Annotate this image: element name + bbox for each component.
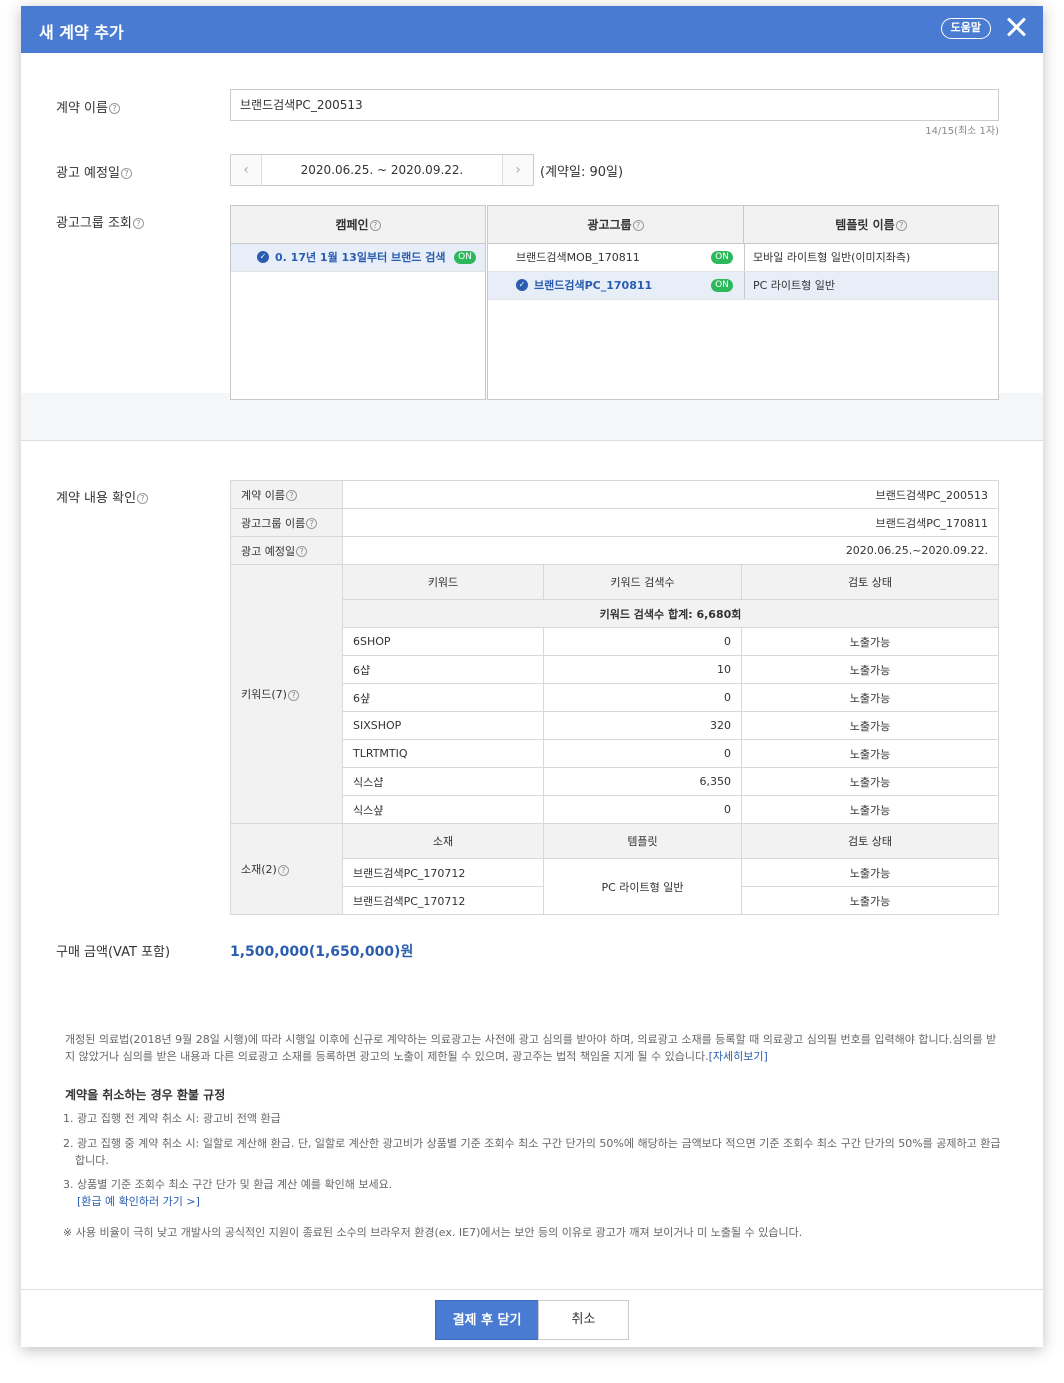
check-circle-icon: ✓ <box>516 279 528 291</box>
summary-contract-name: 브랜드검색PC_200513 <box>342 480 999 509</box>
contract-name-input[interactable]: 브랜드검색PC_200513 <box>230 89 999 121</box>
refund-item: 3. 상품별 기준 조회수 최소 구간 단가 및 환급 계산 예를 확인해 보세… <box>63 1178 393 1191</box>
cancel-button[interactable]: 취소 <box>538 1300 629 1340</box>
price-value: 1,500,000(1,650,000)원 <box>230 944 414 960</box>
keyword-row: 6SHOP 0 노출가능 <box>231 627 999 656</box>
keyword-header-row: 키워드(7)? 키워드 키워드 검색수 검토 상태 <box>230 564 999 824</box>
help-question-icon[interactable]: ? <box>369 220 381 231</box>
check-circle-icon: ✓ <box>257 251 269 263</box>
on-badge: ON <box>711 251 733 264</box>
keyword-row: 6샵 10 노출가능 <box>231 655 999 684</box>
creatives-label: 소재(2)? <box>230 823 343 915</box>
prev-date-chevron-icon[interactable]: ‹ <box>231 155 262 185</box>
help-question-icon[interactable]: ? <box>306 518 318 529</box>
close-icon[interactable] <box>1005 16 1027 38</box>
adgroup-row[interactable]: 브랜드검색MOB_170811 ON 모바일 라이트형 일반(이미지좌측) <box>488 244 998 272</box>
summary-date: 2020.06.25.~2020.09.22. <box>342 536 999 565</box>
help-question-icon[interactable]: ? <box>120 168 132 179</box>
on-badge: ON <box>711 279 733 292</box>
help-question-icon[interactable]: ? <box>277 864 289 876</box>
name-char-counter: 14/15(최소 1자) <box>925 126 999 137</box>
table-row: 광고그룹 이름? 브랜드검색PC_170811 <box>230 508 999 537</box>
date-range-value[interactable]: 2020.06.25. ~ 2020.09.22. <box>262 155 502 185</box>
keyword-row: 6샾 0 노출가능 <box>231 683 999 712</box>
campaign-panel: 캠페인? ✓ 0. 17년 1월 13일부터 브랜드 검색 ON <box>230 205 486 400</box>
on-badge: ON <box>454 251 476 264</box>
help-question-icon[interactable]: ? <box>137 493 149 504</box>
modal-header: 새 계약 추가 도움말 <box>21 6 1043 53</box>
adgroup-panel-header: 광고그룹? 템플릿 이름? <box>488 206 998 244</box>
browser-footnote: ※ 사용 비율이 극히 낮고 개발사의 공식적인 지원이 종료된 소수의 브라우… <box>63 1226 803 1239</box>
modal-title: 새 계약 추가 <box>39 23 124 42</box>
creative-header-row: 소재(2)? 소재 템플릿 검토 상태 <box>230 823 999 915</box>
adgroup-panel: 광고그룹? 템플릿 이름? 브랜드검색MOB_170811 ON 모바일 라이트… <box>487 205 999 400</box>
modal-footer: 결제 후 닫기 취소 <box>21 1289 1043 1347</box>
help-question-icon[interactable]: ? <box>132 218 144 229</box>
contract-name-label: 계약 이름? <box>56 97 120 116</box>
template-column-header: 템플릿 이름? <box>744 206 998 243</box>
keyword-row: 식스샾 0 노출가능 <box>231 795 999 824</box>
contract-summary-table: 계약 이름? 브랜드검색PC_200513 광고그룹 이름? 브랜드검색PC_1… <box>230 480 999 915</box>
campaign-header: 캠페인? <box>231 206 485 244</box>
keyword-row: SIXSHOP 320 노출가능 <box>231 711 999 740</box>
refund-title: 계약을 취소하는 경우 환불 규정 <box>65 1088 226 1102</box>
next-date-chevron-icon[interactable]: › <box>502 155 533 185</box>
table-row: 광고 예정일? 2020.06.25.~2020.09.22. <box>230 536 999 565</box>
adgroup-row-selected[interactable]: ✓ 브랜드검색PC_170811 ON PC 라이트형 일반 <box>488 272 998 300</box>
ad-date-label: 광고 예정일? <box>56 162 132 181</box>
refund-example-link[interactable]: [환급 예 확인하러 가기 >] <box>77 1193 1017 1210</box>
keywords-label: 키워드(7)? <box>230 564 343 824</box>
adgroup-search-label: 광고그룹 조회? <box>56 212 144 231</box>
keyword-row: 식스샵 6,350 노출가능 <box>231 767 999 796</box>
medical-ad-notice: 개정된 의료법(2018년 9월 28일 시행)에 따라 시행일 이후에 신규로… <box>65 1033 997 1063</box>
creative-row: 브랜드검색PC_170712 PC 라이트형 일반 노출가능 <box>231 858 999 915</box>
help-question-icon[interactable]: ? <box>287 689 299 701</box>
summary-group-name: 브랜드검색PC_170811 <box>342 508 999 537</box>
help-question-icon[interactable]: ? <box>296 546 308 557</box>
refund-item: 1. 광고 집행 전 계약 취소 시: 광고비 전액 환급 <box>63 1112 281 1125</box>
table-row: 계약 이름? 브랜드검색PC_200513 <box>230 480 999 509</box>
adgroup-column-header: 광고그룹? <box>488 206 744 243</box>
keyword-row: TLRTMTIQ 0 노출가능 <box>231 739 999 768</box>
section-divider <box>21 393 1043 441</box>
new-contract-modal: 새 계약 추가 도움말 계약 이름? 브랜드검색PC_200513 14/15(… <box>21 6 1043 1347</box>
details-link[interactable]: [자세히보기] <box>709 1050 768 1063</box>
help-button[interactable]: 도움말 <box>940 18 991 39</box>
contract-days-note: (계약일: 90일) <box>540 165 624 180</box>
date-range-picker: ‹ 2020.06.25. ~ 2020.09.22. › <box>230 154 534 186</box>
help-question-icon[interactable]: ? <box>895 220 907 231</box>
help-question-icon[interactable]: ? <box>632 220 644 231</box>
help-question-icon[interactable]: ? <box>285 490 297 501</box>
refund-item: 2. 광고 집행 중 계약 취소 시: 일할로 계산해 환급. 단, 일할로 계… <box>63 1137 1001 1167</box>
help-question-icon[interactable]: ? <box>108 103 120 114</box>
campaign-item[interactable]: ✓ 0. 17년 1월 13일부터 브랜드 검색 ON <box>231 244 485 272</box>
contract-confirm-label: 계약 내용 확인? <box>56 487 149 506</box>
pay-and-close-button[interactable]: 결제 후 닫기 <box>435 1300 539 1340</box>
price-label: 구매 금액(VAT 포함) <box>56 945 171 960</box>
keyword-total-row: 키워드 검색수 합계: 6,680회 <box>231 599 999 628</box>
